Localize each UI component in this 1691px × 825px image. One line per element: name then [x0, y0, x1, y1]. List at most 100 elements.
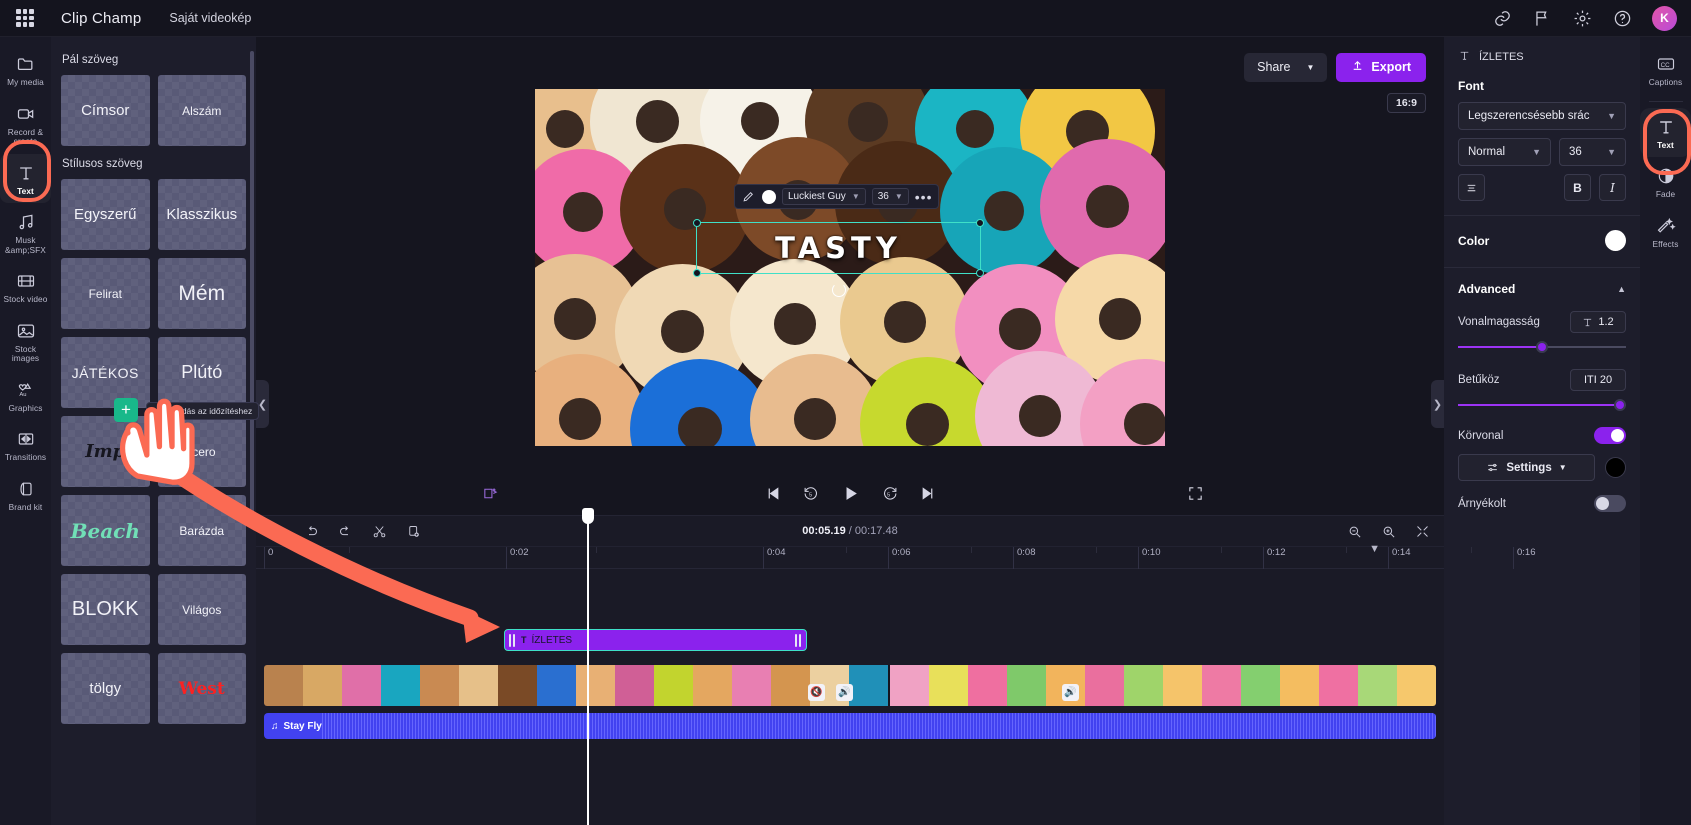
timeline-ruler[interactable]: 0 0:02 0:04 0:06 0:08 0:10 0:12 0:14 0:1… [256, 547, 1536, 569]
sidebar-label: Effects [1652, 238, 1679, 249]
resize-handle-top-right[interactable] [976, 219, 984, 227]
line-height-input[interactable]: 1.2 [1570, 311, 1626, 333]
text-preset-tile[interactable]: West [157, 653, 246, 724]
app-launcher-icon[interactable] [14, 7, 36, 29]
text-preset-tile[interactable]: "cero [157, 416, 246, 487]
slider-knob[interactable] [1614, 399, 1626, 411]
text-clip[interactable]: T ÍZLETES [504, 629, 807, 651]
clip-right-handle[interactable] [795, 633, 802, 647]
video-preview-canvas[interactable]: Luckiest Guy ▼ 36 ▼ ••• TASTY [535, 89, 1165, 446]
text-preset-tile[interactable]: Mém [157, 258, 246, 329]
font-size-mini-select[interactable]: 36 ▼ [871, 188, 909, 205]
sidebar-item-fade[interactable]: Fade [1640, 157, 1691, 207]
flag-icon[interactable] [1532, 8, 1552, 28]
split-scissors-icon[interactable] [372, 524, 387, 539]
share-button[interactable]: Share ▼ [1244, 52, 1328, 82]
sidebar-item-effects[interactable]: Effects [1640, 207, 1691, 257]
edit-pencil-icon[interactable] [740, 189, 756, 205]
fit-timeline-icon[interactable] [1415, 524, 1430, 539]
collapse-right-panel-chevron[interactable]: ❯ [1431, 380, 1444, 428]
video-clip2-icon[interactable]: 🔊 [1062, 684, 1079, 701]
sidebar-item-music-sfx[interactable]: Musk &amp;SFX [0, 203, 51, 262]
text-preset-tile[interactable]: Egyszerű [61, 179, 150, 250]
sidebar-item-text-right[interactable]: Text [1640, 107, 1691, 158]
letter-spacing-slider[interactable] [1458, 399, 1626, 411]
aspect-ratio-badge[interactable]: 16:9 [1386, 93, 1426, 113]
playhead-knob[interactable] [582, 508, 594, 524]
text-color-swatch[interactable] [762, 189, 776, 204]
sidebar-item-record-create[interactable]: Record & create [0, 95, 51, 154]
resize-handle-top-left[interactable] [693, 219, 701, 227]
font-family-mini-select[interactable]: Luckiest Guy ▼ [782, 188, 866, 205]
shadow-toggle[interactable] [1594, 495, 1626, 512]
text-overlay-selection[interactable]: TASTY [693, 219, 984, 297]
text-preset-tile[interactable]: BLOKK [61, 574, 150, 645]
font-weight-select[interactable]: Normal ▼ [1458, 138, 1551, 166]
sidebar-item-my-media[interactable]: My media [0, 45, 51, 95]
avatar[interactable]: K [1652, 5, 1677, 31]
advanced-header[interactable]: Advanced ▲ [1458, 282, 1626, 296]
video-volume-icon[interactable]: 🔊 [836, 684, 853, 701]
clip-left-handle[interactable] [509, 633, 516, 647]
letter-spacing-input[interactable]: ITI 20 [1570, 369, 1626, 391]
outline-color-swatch[interactable] [1605, 457, 1626, 478]
sidebar-item-brand-kit[interactable]: Brand kit [0, 470, 51, 520]
outline-settings-button[interactable]: Settings ▼ [1458, 454, 1595, 481]
more-options-icon[interactable]: ••• [915, 189, 933, 205]
help-icon[interactable] [1612, 8, 1632, 28]
zoom-out-icon[interactable] [1347, 524, 1362, 539]
align-center-icon[interactable] [1458, 174, 1485, 201]
panel-scrollbar[interactable] [250, 51, 254, 521]
audio-clip[interactable]: ♫ Stay Fly [264, 713, 1436, 739]
zoom-in-icon[interactable] [1381, 524, 1396, 539]
text-preset-tile[interactable]: Világos [157, 574, 246, 645]
add-to-timeline-button[interactable]: + [114, 398, 138, 422]
duplicate-icon[interactable] [406, 524, 421, 539]
gear-icon[interactable] [1572, 8, 1592, 28]
text-preset-tile[interactable]: Címsor [61, 75, 150, 146]
sidebar-item-stock-video[interactable]: Stock video [0, 262, 51, 312]
resize-handle-bottom-left[interactable] [693, 269, 701, 277]
sidebar-item-graphics[interactable]: Au Graphics [0, 371, 51, 421]
sidebar-item-captions[interactable]: CC Captions [1640, 45, 1691, 95]
line-height-slider[interactable] [1458, 341, 1626, 353]
export-button[interactable]: Export [1336, 52, 1426, 82]
text-preset-tile[interactable]: Beach [61, 495, 150, 566]
timeline-collapse-chevron[interactable]: ▼ [1369, 543, 1380, 555]
text-preset-tile[interactable]: JÁTÉKOS [61, 337, 150, 408]
bold-button[interactable]: B [1564, 174, 1591, 201]
sidebar-item-text[interactable]: Text [0, 153, 51, 204]
slider-knob[interactable] [1536, 341, 1548, 353]
undo-icon[interactable] [304, 524, 319, 539]
text-preset-tile[interactable]: Plútó [157, 337, 246, 408]
play-button[interactable] [841, 484, 860, 503]
resize-handle-bottom-right[interactable] [976, 269, 984, 277]
color-swatch[interactable] [1605, 230, 1626, 251]
italic-button[interactable]: I [1599, 174, 1626, 201]
text-preset-tile[interactable]: Felirat [61, 258, 150, 329]
fullscreen-icon[interactable] [1187, 485, 1204, 502]
video-mute-icon[interactable]: 🔇 [808, 684, 825, 701]
font-family-select[interactable]: Legszerencsésebb srác ▼ [1458, 102, 1626, 130]
project-name[interactable]: Saját videokép [169, 11, 251, 25]
outline-row: Körvonal [1458, 427, 1626, 444]
text-preset-tile[interactable]: Klasszikus [157, 179, 246, 250]
skip-end-icon[interactable] [919, 485, 936, 502]
text-preset-tile[interactable]: tölgy [61, 653, 150, 724]
magic-icon[interactable] [270, 524, 285, 539]
redo-icon[interactable] [338, 524, 353, 539]
snapshot-icon[interactable] [482, 485, 499, 502]
forward-5s-icon[interactable]: 5 [881, 485, 898, 502]
playhead[interactable] [582, 508, 594, 825]
rotate-handle-icon[interactable] [831, 283, 846, 297]
text-preset-tile[interactable]: Barázda [157, 495, 246, 566]
sidebar-item-transitions[interactable]: Transitions [0, 420, 51, 470]
rewind-5s-icon[interactable]: 5 [803, 485, 820, 502]
font-size-select[interactable]: 36 ▼ [1559, 138, 1626, 166]
skip-start-icon[interactable] [765, 485, 782, 502]
link-icon[interactable] [1492, 8, 1512, 28]
text-preset-tile[interactable]: Imp [61, 416, 150, 487]
outline-toggle[interactable] [1594, 427, 1626, 444]
sidebar-item-stock-images[interactable]: Stock images [0, 312, 51, 371]
text-preset-tile[interactable]: Alszám [157, 75, 246, 146]
